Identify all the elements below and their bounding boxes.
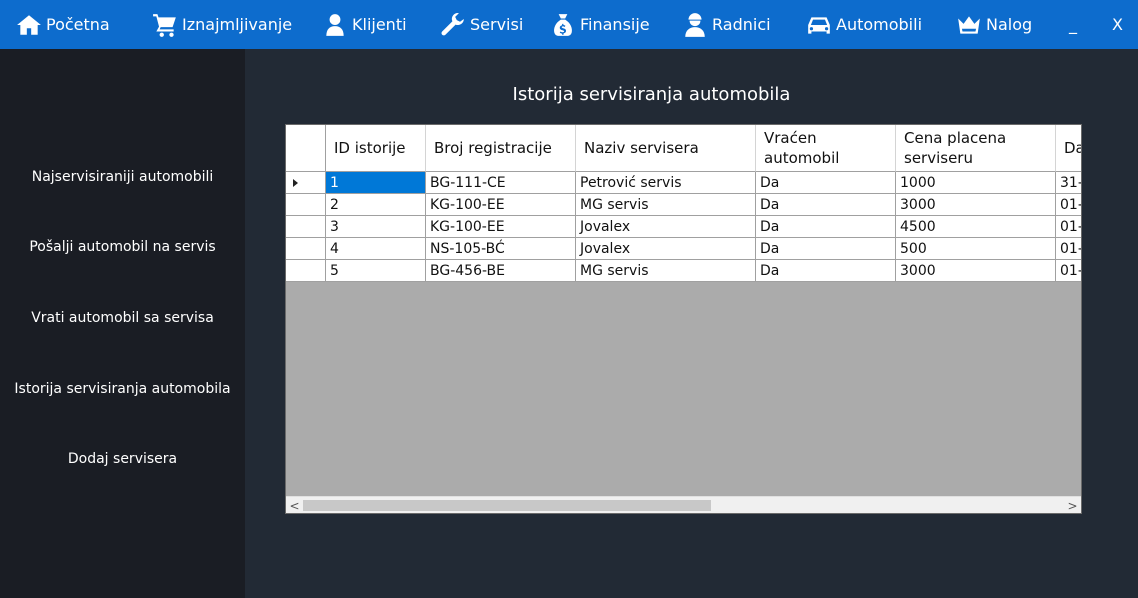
- table-cell[interactable]: BG-111-CE: [426, 172, 576, 194]
- table-cell[interactable]: 500: [896, 238, 1056, 260]
- table-cell[interactable]: 4: [326, 238, 426, 260]
- user-icon: [326, 13, 344, 36]
- table-cell[interactable]: Da: [756, 172, 896, 194]
- table-cell[interactable]: 2: [326, 194, 426, 216]
- car-icon: [808, 16, 830, 34]
- top-navigation-bar: Početna Iznajmljivanje Klijenti Servisi …: [0, 0, 1138, 49]
- minimize-button[interactable]: _: [1069, 0, 1077, 49]
- scroll-right-arrow-icon[interactable]: >: [1064, 497, 1081, 513]
- table-cell[interactable]: 3: [326, 216, 426, 238]
- sidebar: Najservisiraniji automobili Pošalji auto…: [0, 49, 245, 598]
- sidebar-item-posalji-na-servis[interactable]: Pošalji automobil na servis: [0, 239, 245, 255]
- sidebar-item-istorija[interactable]: Istorija servisiranja automobila: [0, 381, 245, 397]
- table-cell[interactable]: Da: [756, 260, 896, 282]
- table-row[interactable]: 3 KG-100-EE Jovalex Da 4500 01-: [286, 216, 1081, 238]
- table-cell[interactable]: 01-: [1056, 216, 1081, 238]
- row-header[interactable]: [286, 238, 326, 260]
- grid-corner-header[interactable]: [286, 125, 326, 172]
- row-header[interactable]: [286, 216, 326, 238]
- grid-header-row: ID istorije Broj registracije Naziv serv…: [286, 125, 1081, 172]
- table-cell[interactable]: 1000: [896, 172, 1056, 194]
- table-cell[interactable]: BG-456-BE: [426, 260, 576, 282]
- nav-label: Početna: [46, 15, 110, 34]
- column-header-id-istorije[interactable]: ID istorije: [326, 125, 426, 172]
- row-header[interactable]: [286, 260, 326, 282]
- current-row-arrow-icon: [293, 179, 298, 187]
- table-row[interactable]: 4 NS-105-BĆ Jovalex Da 500 01-: [286, 238, 1081, 260]
- table-cell[interactable]: 01-: [1056, 238, 1081, 260]
- table-cell[interactable]: Da: [756, 238, 896, 260]
- table-cell[interactable]: 3000: [896, 194, 1056, 216]
- column-header-datum[interactable]: Da: [1056, 125, 1081, 172]
- nav-label: Servisi: [470, 15, 524, 34]
- table-cell[interactable]: KG-100-EE: [426, 216, 576, 238]
- nav-label: Automobili: [836, 15, 923, 34]
- table-cell[interactable]: 5: [326, 260, 426, 282]
- worker-icon: [685, 12, 705, 37]
- table-cell[interactable]: Jovalex: [576, 216, 756, 238]
- table-cell[interactable]: MG servis: [576, 260, 756, 282]
- cart-icon: [153, 13, 176, 37]
- horizontal-scrollbar[interactable]: < >: [286, 496, 1081, 513]
- scroll-left-arrow-icon[interactable]: <: [286, 497, 303, 513]
- row-header[interactable]: [286, 172, 326, 194]
- nav-item-iznajmljivanje[interactable]: Iznajmljivanje: [152, 0, 292, 49]
- nav-item-nalog[interactable]: Nalog: [956, 0, 1032, 49]
- column-header-naziv-servisera[interactable]: Naziv servisera: [576, 125, 756, 172]
- table-row[interactable]: 5 BG-456-BE MG servis Da 3000 01-: [286, 260, 1081, 282]
- table-cell[interactable]: 01-: [1056, 194, 1081, 216]
- table-cell[interactable]: 31-: [1056, 172, 1081, 194]
- column-header-cena-placena[interactable]: Cena placena serviseru: [896, 125, 1056, 172]
- nav-item-pocetna[interactable]: Početna: [16, 0, 110, 49]
- column-header-vracen-automobil[interactable]: Vraćen automobil: [756, 125, 896, 172]
- table-cell[interactable]: KG-100-EE: [426, 194, 576, 216]
- nav-item-servisi[interactable]: Servisi: [440, 0, 523, 49]
- sidebar-item-dodaj-servisera[interactable]: Dodaj servisera: [0, 451, 245, 467]
- sidebar-item-vrati-sa-servisa[interactable]: Vrati automobil sa servisa: [0, 310, 245, 326]
- page-title: Istorija servisiranja automobila: [512, 84, 791, 105]
- scrollbar-thumb[interactable]: [303, 500, 711, 511]
- nav-label: Klijenti: [352, 15, 407, 34]
- table-cell[interactable]: Da: [756, 216, 896, 238]
- sidebar-item-najservisiraniji[interactable]: Najservisiraniji automobili: [0, 169, 245, 185]
- table-cell[interactable]: Jovalex: [576, 238, 756, 260]
- nav-label: Radnici: [712, 15, 771, 34]
- nav-item-finansije[interactable]: Finansije: [550, 0, 650, 49]
- table-cell[interactable]: 3000: [896, 260, 1056, 282]
- column-header-broj-registracije[interactable]: Broj registracije: [426, 125, 576, 172]
- nav-label: Iznajmljivanje: [182, 15, 293, 34]
- table-cell[interactable]: 4500: [896, 216, 1056, 238]
- close-button[interactable]: X: [1112, 0, 1123, 49]
- data-grid[interactable]: ID istorije Broj registracije Naziv serv…: [285, 124, 1082, 514]
- wrench-icon: [441, 12, 464, 35]
- table-row[interactable]: 2 KG-100-EE MG servis Da 3000 01-: [286, 194, 1081, 216]
- nav-label: Finansije: [580, 15, 650, 34]
- nav-item-radnici[interactable]: Radnici: [682, 0, 771, 49]
- table-cell[interactable]: Da: [756, 194, 896, 216]
- table-cell[interactable]: MG servis: [576, 194, 756, 216]
- row-header[interactable]: [286, 194, 326, 216]
- table-cell[interactable]: 01-: [1056, 260, 1081, 282]
- table-cell[interactable]: 1: [326, 172, 426, 194]
- table-row[interactable]: 1 BG-111-CE Petrović servis Da 1000 31-: [286, 172, 1081, 194]
- table-cell[interactable]: Petrović servis: [576, 172, 756, 194]
- money-bag-icon: [554, 13, 572, 36]
- home-icon: [17, 14, 41, 35]
- table-cell[interactable]: NS-105-BĆ: [426, 238, 576, 260]
- nav-label: Nalog: [986, 15, 1033, 34]
- crown-icon: [958, 15, 980, 34]
- nav-item-klijenti[interactable]: Klijenti: [322, 0, 407, 49]
- nav-item-automobili[interactable]: Automobili: [806, 0, 922, 49]
